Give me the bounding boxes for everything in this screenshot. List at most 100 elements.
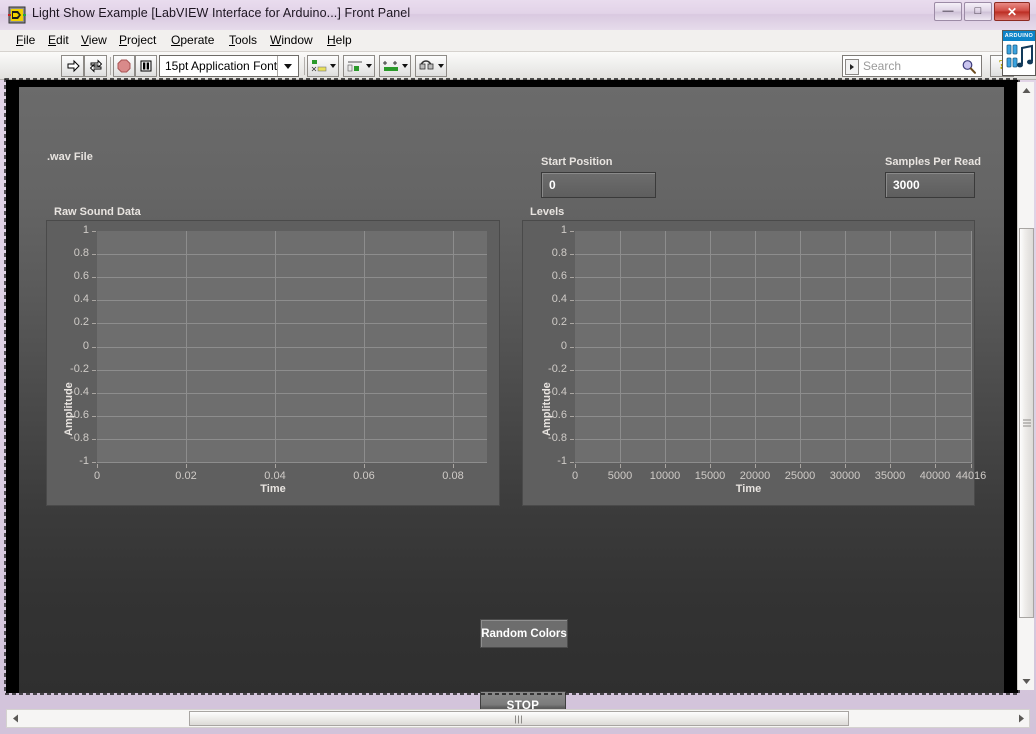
- raw-sound-data-y-tick-label: 0.8: [73, 247, 89, 259]
- y-tick-mark: [92, 393, 96, 394]
- raw-sound-data-y-tick-label: -0.2: [70, 363, 89, 375]
- y-tick-mark: [92, 416, 96, 417]
- y-tick-mark: [92, 277, 96, 278]
- gridline-vertical: [665, 231, 666, 463]
- toolbar-separator-1: [110, 57, 111, 75]
- gridline-vertical: [364, 231, 365, 463]
- menu-item-edit[interactable]: Edit: [48, 33, 69, 49]
- menu-label-view: iew: [88, 33, 107, 47]
- levels-title: Levels: [530, 206, 565, 218]
- gridline-horizontal: [97, 323, 487, 324]
- run-arrow-icon: [67, 59, 80, 73]
- horizontal-scrollbar[interactable]: [6, 709, 1030, 728]
- menu-item-window[interactable]: Window: [270, 33, 313, 49]
- levels-y-tick-label: 1: [560, 224, 567, 236]
- gridline-horizontal: [97, 254, 487, 255]
- raw-sound-data-y-tick-label: 1: [82, 224, 89, 236]
- search-placeholder: Search: [863, 59, 902, 73]
- menu-item-operate[interactable]: Operate: [171, 33, 214, 49]
- vertical-scrollbar-thumb[interactable]: [1019, 228, 1034, 618]
- scroll-left-button[interactable]: [7, 710, 23, 727]
- samples-per-read-input[interactable]: 3000: [885, 172, 975, 198]
- x-tick-mark: [971, 464, 972, 468]
- y-tick-mark: [570, 462, 574, 463]
- x-tick-mark: [800, 464, 801, 468]
- scroll-right-button[interactable]: [1013, 710, 1029, 727]
- menu-item-project[interactable]: Project: [119, 33, 156, 49]
- close-button[interactable]: ✕: [994, 2, 1030, 21]
- distribute-objects-button[interactable]: [343, 55, 375, 77]
- scroll-up-icon: [1022, 88, 1031, 93]
- menu-item-help[interactable]: Help: [327, 33, 352, 49]
- levels-graph[interactable]: Amplitude Time 1 0.8 0.6 0.4 0.2 0 -0.2 -0.4 -0.…: [522, 220, 986, 506]
- y-tick-mark: [570, 347, 574, 348]
- levels-x-tick-label: 44016: [955, 470, 987, 482]
- y-tick-mark: [92, 300, 96, 301]
- y-tick-mark: [92, 231, 96, 232]
- search-input[interactable]: Search: [842, 55, 982, 77]
- run-button[interactable]: [61, 55, 84, 77]
- menu-item-file[interactable]: File: [16, 33, 35, 49]
- gridline-horizontal: [97, 277, 487, 278]
- run-continuously-button[interactable]: [84, 55, 107, 77]
- menu-item-view[interactable]: View: [81, 33, 107, 49]
- gridline-vertical: [620, 231, 621, 463]
- labview-vi-icon: [8, 6, 26, 24]
- gridline-vertical: [971, 231, 972, 463]
- scroll-down-button[interactable]: [1018, 673, 1035, 690]
- horizontal-scrollbar-thumb[interactable]: [189, 711, 849, 726]
- gridline-horizontal: [575, 323, 972, 324]
- front-panel: .wav File Start Position 0 Samples Per R…: [19, 87, 1004, 721]
- resize-objects-icon: [383, 60, 398, 71]
- y-tick-mark: [570, 300, 574, 301]
- start-position-input[interactable]: 0: [541, 172, 656, 198]
- raw-sound-data-y-tick-label: -1: [79, 455, 89, 467]
- gridline-horizontal: [97, 416, 487, 417]
- x-tick-mark: [275, 464, 276, 468]
- gridline-horizontal: [575, 370, 972, 371]
- search-dropdown-arrow-icon[interactable]: [845, 59, 859, 75]
- raw-sound-data-y-tick-label: 0: [82, 340, 89, 352]
- abort-execution-icon: [117, 59, 131, 73]
- gridline-horizontal: [97, 300, 487, 301]
- font-selector[interactable]: 15pt Application Font: [159, 55, 299, 77]
- levels-x-axis-title: Time: [735, 483, 762, 495]
- y-tick-mark: [570, 254, 574, 255]
- toolbar: 15pt Application Font Search: [0, 52, 1036, 80]
- align-objects-button[interactable]: [307, 55, 339, 77]
- y-tick-mark: [570, 439, 574, 440]
- levels-y-tick-label: -0.2: [548, 363, 567, 375]
- raw-sound-data-y-tick-label: 0.4: [73, 293, 89, 305]
- minimize-button[interactable]: —: [934, 2, 962, 21]
- close-icon: ✕: [1006, 4, 1018, 19]
- raw-sound-data-graph[interactable]: Amplitude Time 1 0.8 0.6 0.4 0.2 0 -0.2 -0.4 -0.…: [46, 220, 500, 506]
- scroll-right-icon: [1018, 714, 1024, 723]
- x-tick-mark: [186, 464, 187, 468]
- raw-sound-data-y-tick-label: 0.6: [73, 270, 89, 282]
- labview-window: Light Show Example [LabVIEW Interface fo…: [0, 0, 1036, 734]
- x-tick-mark: [935, 464, 936, 468]
- samples-per-read-value: 3000: [893, 178, 920, 192]
- vertical-scrollbar[interactable]: [1017, 82, 1034, 690]
- scroll-up-button[interactable]: [1018, 82, 1035, 99]
- raw-sound-data-y-tick-label: -0.8: [70, 432, 89, 444]
- raw-sound-data-y-tick-label: 0.2: [73, 316, 89, 328]
- vertical-scroll-grip-icon: [1022, 419, 1031, 427]
- menu-item-tools[interactable]: Tools: [229, 33, 257, 49]
- x-tick-mark: [665, 464, 666, 468]
- gridline-horizontal: [97, 462, 487, 463]
- abort-execution-button[interactable]: [113, 55, 135, 77]
- levels-y-tick-label: 0.4: [551, 293, 567, 305]
- arduino-badge-title: ARDUINO: [1003, 31, 1035, 41]
- wav-file-label: .wav File: [47, 151, 93, 163]
- levels-plot-area[interactable]: [575, 231, 972, 463]
- random-colors-button[interactable]: Random Colors: [480, 619, 568, 648]
- raw-sound-data-x-tick-label: 0.02: [175, 470, 197, 482]
- reorder-objects-button[interactable]: [415, 55, 447, 77]
- raw-sound-data-plot-area[interactable]: [97, 231, 487, 463]
- maximize-button[interactable]: □: [964, 2, 992, 21]
- magnifier-icon[interactable]: [961, 59, 977, 75]
- pause-button[interactable]: [135, 55, 157, 77]
- resize-objects-button[interactable]: [379, 55, 411, 77]
- font-selector-arrow-icon[interactable]: [277, 56, 298, 76]
